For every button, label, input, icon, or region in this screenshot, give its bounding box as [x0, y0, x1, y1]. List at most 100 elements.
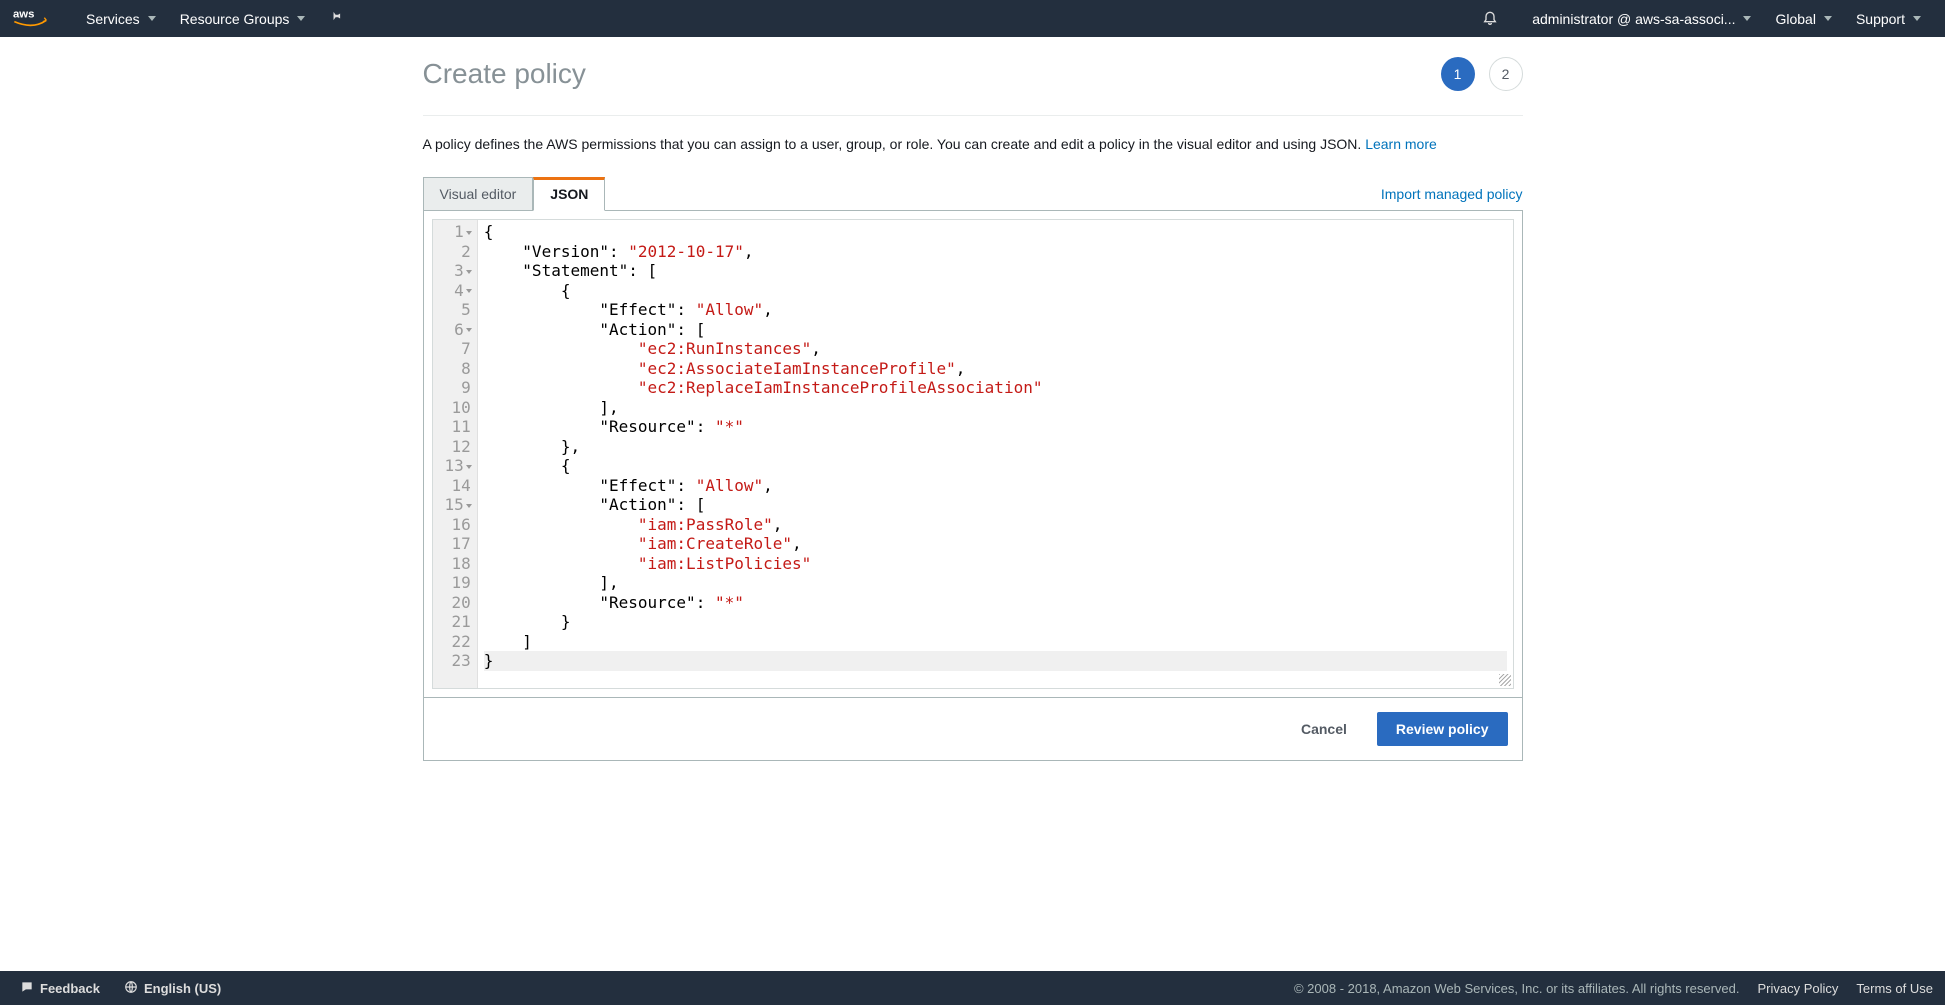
- page-header: Create policy 1 2: [423, 37, 1523, 116]
- region-label: Global: [1775, 11, 1815, 27]
- account-menu[interactable]: administrator @ aws-sa-associ...: [1520, 0, 1763, 37]
- privacy-policy-link[interactable]: Privacy Policy: [1758, 981, 1839, 996]
- code-text-area[interactable]: { "Version": "2012-10-17", "Statement": …: [478, 220, 1513, 688]
- line-number: 4: [445, 281, 471, 301]
- tabs-row: Visual editor JSON Import managed policy: [423, 177, 1523, 211]
- fold-marker-icon[interactable]: [466, 270, 472, 274]
- speech-bubble-icon: [20, 980, 34, 997]
- line-number: 12: [445, 437, 471, 457]
- import-managed-policy-link[interactable]: Import managed policy: [1381, 186, 1523, 202]
- json-code-editor[interactable]: 1234567891011121314151617181920212223 { …: [432, 219, 1514, 689]
- code-line[interactable]: "Resource": "*": [484, 593, 1507, 613]
- code-line[interactable]: "ec2:ReplaceIamInstanceProfileAssociatio…: [484, 378, 1507, 398]
- line-number: 14: [445, 476, 471, 496]
- line-number: 13: [445, 456, 471, 476]
- code-line[interactable]: "Action": [: [484, 320, 1507, 340]
- code-line[interactable]: "iam:PassRole",: [484, 515, 1507, 535]
- code-line[interactable]: "Effect": "Allow",: [484, 476, 1507, 496]
- review-policy-button[interactable]: Review policy: [1377, 712, 1508, 746]
- line-number: 18: [445, 554, 471, 574]
- step-2[interactable]: 2: [1489, 57, 1523, 91]
- code-line[interactable]: "Action": [: [484, 495, 1507, 515]
- line-number: 22: [445, 632, 471, 652]
- caret-down-icon: [148, 16, 156, 21]
- learn-more-link[interactable]: Learn more: [1365, 136, 1437, 152]
- code-line[interactable]: ],: [484, 398, 1507, 418]
- fold-marker-icon[interactable]: [466, 465, 472, 469]
- code-line[interactable]: "iam:ListPolicies": [484, 554, 1507, 574]
- tab-json[interactable]: JSON: [533, 177, 605, 211]
- line-number: 23: [445, 651, 471, 671]
- wizard-steps: 1 2: [1441, 57, 1523, 91]
- code-line[interactable]: "Version": "2012-10-17",: [484, 242, 1507, 262]
- line-number: 2: [445, 242, 471, 262]
- code-line[interactable]: },: [484, 437, 1507, 457]
- line-number: 3: [445, 261, 471, 281]
- bell-icon: [1482, 9, 1498, 28]
- line-number: 9: [445, 378, 471, 398]
- line-number: 19: [445, 573, 471, 593]
- fold-marker-icon[interactable]: [466, 328, 472, 332]
- code-line[interactable]: "Statement": [: [484, 261, 1507, 281]
- account-label: administrator @ aws-sa-associ...: [1532, 11, 1735, 27]
- line-number: 17: [445, 534, 471, 554]
- step-1[interactable]: 1: [1441, 57, 1475, 91]
- feedback-link[interactable]: Feedback: [12, 980, 108, 997]
- line-number: 8: [445, 359, 471, 379]
- code-line[interactable]: {: [484, 281, 1507, 301]
- tab-visual-editor[interactable]: Visual editor: [423, 177, 534, 211]
- line-number-gutter: 1234567891011121314151617181920212223: [433, 220, 478, 688]
- fold-marker-icon[interactable]: [466, 231, 472, 235]
- support-menu[interactable]: Support: [1844, 0, 1933, 37]
- code-line[interactable]: {: [484, 222, 1507, 242]
- page-title: Create policy: [423, 58, 586, 90]
- action-bar: Cancel Review policy: [423, 698, 1523, 761]
- language-selector[interactable]: English (US): [116, 980, 229, 997]
- services-label: Services: [86, 11, 140, 27]
- pin-shortcut[interactable]: [317, 0, 355, 37]
- line-number: 5: [445, 300, 471, 320]
- code-line[interactable]: "Effect": "Allow",: [484, 300, 1507, 320]
- resize-handle-icon[interactable]: [1499, 674, 1511, 686]
- language-label: English (US): [144, 981, 221, 996]
- globe-icon: [124, 980, 138, 997]
- cancel-button[interactable]: Cancel: [1283, 712, 1365, 746]
- services-menu[interactable]: Services: [74, 0, 168, 37]
- support-label: Support: [1856, 11, 1905, 27]
- line-number: 11: [445, 417, 471, 437]
- caret-down-icon: [1913, 16, 1921, 21]
- line-number: 7: [445, 339, 471, 359]
- code-line[interactable]: "ec2:AssociateIamInstanceProfile",: [484, 359, 1507, 379]
- code-line[interactable]: }: [484, 651, 1507, 671]
- terms-of-use-link[interactable]: Terms of Use: [1856, 981, 1933, 996]
- line-number: 6: [445, 320, 471, 340]
- notifications[interactable]: [1470, 0, 1520, 37]
- code-line[interactable]: "ec2:RunInstances",: [484, 339, 1507, 359]
- page-description: A policy defines the AWS permissions tha…: [423, 116, 1523, 177]
- pin-icon: [329, 9, 343, 28]
- footer: Feedback English (US) © 2008 - 2018, Ama…: [0, 971, 1945, 1005]
- json-editor-panel: 1234567891011121314151617181920212223 { …: [423, 210, 1523, 698]
- aws-logo[interactable]: aws: [12, 7, 54, 31]
- resource-groups-menu[interactable]: Resource Groups: [168, 0, 318, 37]
- region-menu[interactable]: Global: [1763, 0, 1843, 37]
- caret-down-icon: [1824, 16, 1832, 21]
- description-text: A policy defines the AWS permissions tha…: [423, 136, 1366, 152]
- code-line[interactable]: ],: [484, 573, 1507, 593]
- top-nav: aws Services Resource Groups administrat…: [0, 0, 1945, 37]
- code-line[interactable]: ]: [484, 632, 1507, 652]
- line-number: 16: [445, 515, 471, 535]
- line-number: 10: [445, 398, 471, 418]
- code-line[interactable]: "Resource": "*": [484, 417, 1507, 437]
- code-line[interactable]: {: [484, 456, 1507, 476]
- line-number: 15: [445, 495, 471, 515]
- fold-marker-icon[interactable]: [466, 504, 472, 508]
- fold-marker-icon[interactable]: [466, 289, 472, 293]
- caret-down-icon: [297, 16, 305, 21]
- line-number: 1: [445, 222, 471, 242]
- code-line[interactable]: }: [484, 612, 1507, 632]
- caret-down-icon: [1743, 16, 1751, 21]
- copyright-text: © 2008 - 2018, Amazon Web Services, Inc.…: [1294, 981, 1740, 996]
- code-line[interactable]: "iam:CreateRole",: [484, 534, 1507, 554]
- svg-text:aws: aws: [13, 8, 34, 20]
